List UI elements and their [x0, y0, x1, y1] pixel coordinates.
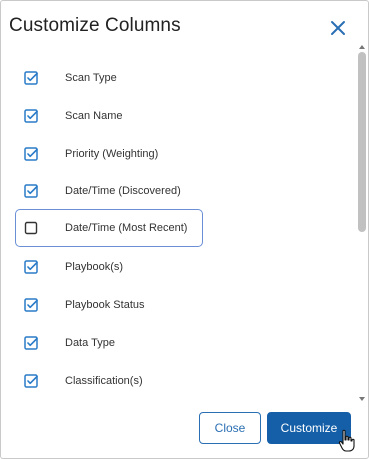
- checkbox-checked-icon[interactable]: [24, 374, 38, 388]
- scrollbar-thumb[interactable]: [358, 52, 366, 232]
- column-label: Priority (Weighting): [65, 148, 159, 160]
- column-item-classifications[interactable]: Classification(s): [15, 362, 203, 397]
- checkbox-checked-icon[interactable]: [24, 336, 38, 350]
- close-button[interactable]: Close: [199, 412, 261, 444]
- scroll-up-arrow-icon[interactable]: [358, 38, 366, 49]
- scroll-down-arrow-icon[interactable]: [358, 390, 366, 401]
- checkbox-unchecked-icon[interactable]: [24, 221, 38, 235]
- checkbox-checked-icon[interactable]: [24, 109, 38, 123]
- column-label: Data Type: [65, 337, 115, 349]
- column-item-playbook-status[interactable]: Playbook Status: [15, 286, 203, 324]
- customize-columns-dialog: Customize Columns Scan Type Scan Name Pr…: [0, 0, 369, 459]
- dialog-title: Customize Columns: [9, 15, 181, 36]
- column-label: Date/Time (Most Recent): [65, 222, 188, 234]
- column-item-data-type[interactable]: Data Type: [15, 324, 203, 362]
- column-item-priority[interactable]: Priority (Weighting): [15, 135, 203, 173]
- column-label: Playbook(s): [65, 261, 124, 273]
- column-item-date-discovered[interactable]: Date/Time (Discovered): [15, 172, 203, 210]
- column-label: Classification(s): [65, 375, 143, 387]
- column-label: Playbook Status: [65, 299, 145, 311]
- checkbox-checked-icon[interactable]: [24, 184, 38, 198]
- customize-button[interactable]: Customize: [267, 412, 351, 444]
- column-label: Scan Name: [65, 110, 123, 122]
- checkbox-checked-icon[interactable]: [24, 298, 38, 312]
- scrollbar[interactable]: [356, 38, 368, 401]
- column-item-scan-name[interactable]: Scan Name: [15, 97, 203, 135]
- column-label: Scan Type: [65, 72, 117, 84]
- checkbox-checked-icon[interactable]: [24, 71, 38, 85]
- column-item-scan-type[interactable]: Scan Type: [15, 59, 203, 97]
- checkbox-checked-icon[interactable]: [24, 260, 38, 274]
- column-list: Scan Type Scan Name Priority (Weighting)…: [1, 57, 356, 397]
- column-item-playbooks[interactable]: Playbook(s): [15, 248, 203, 286]
- close-x-icon[interactable]: [329, 19, 347, 37]
- column-label: Date/Time (Discovered): [65, 185, 181, 197]
- column-item-date-most-recent[interactable]: Date/Time (Most Recent): [15, 209, 203, 247]
- checkbox-checked-icon[interactable]: [24, 147, 38, 161]
